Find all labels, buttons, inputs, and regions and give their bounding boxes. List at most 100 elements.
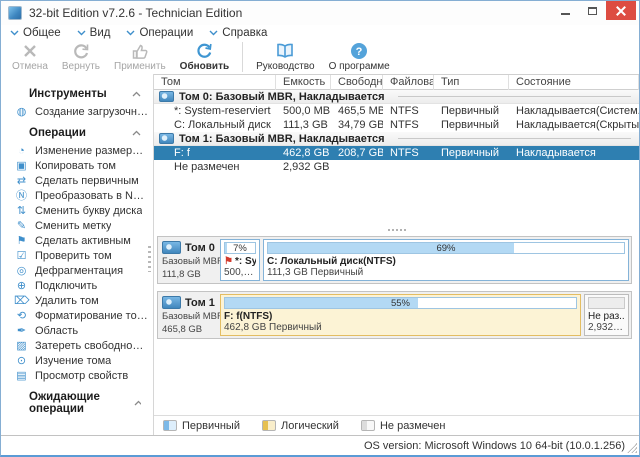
sidebar-item-label: Изучение тома [35,354,112,367]
sidebar-item-view-properties[interactable]: ▤ Просмотр свойств [1,368,153,383]
partition-details: 500,0 MB [224,267,256,278]
sidebar-item-label: Просмотр свойств [35,369,129,382]
sidebar-item-attach[interactable]: ⊕ Подключить [1,278,153,293]
chevron-up-icon [132,91,141,97]
window-controls [552,1,639,25]
cell-capacity: 462,8 GB [283,147,330,159]
sidebar-item-wipe-free-space[interactable]: ▨ Затереть свободное место [1,338,153,353]
disk-group-row-1[interactable]: Том 1: Базовый MBR, Накладывается [154,132,639,146]
disk-info-0[interactable]: Том 0 Базовый MBR 111,8 GB [160,239,224,281]
sidebar-item-create-bootable-media[interactable]: ◍ Создание загрузочного но... [1,104,153,119]
sidebar-item-copy-volume[interactable]: ▣ Копировать том [1,158,153,173]
about-button[interactable]: ? О программе [322,40,397,74]
table-row-f-drive[interactable]: F: f 462,8 GB 208,7 GB NTFS Первичный На… [154,146,639,160]
partition-unallocated[interactable]: Не раз... 2,932 GB [584,294,629,336]
toolbar-label: Вернуть [61,61,100,72]
sidebar-item-delete-volume[interactable]: ⌦ Удалить том [1,293,153,308]
column-header-free[interactable]: Свободно [331,75,383,90]
column-header-type[interactable]: Тип [434,75,509,90]
usage-percent: 55% [390,298,410,309]
sidebar-item-defragment[interactable]: ◎ Дефрагментация [1,263,153,278]
sidebar-item-check-volume[interactable]: ☑ Проверить том [1,248,153,263]
column-header-status[interactable]: Состояние [509,75,639,90]
change-label-icon: ✎ [16,219,27,232]
sidebar-item-explore-volume[interactable]: ⊙ Изучение тома [1,353,153,368]
table-panel-splitter[interactable] [154,224,639,236]
toolbar-label: О программе [328,61,390,72]
sidebar-item-label: Затереть свободное место [35,339,149,352]
guide-button[interactable]: Руководство [249,40,321,74]
splitter-dots-icon [387,229,390,231]
apply-button[interactable]: Применить [107,40,173,74]
column-header-capacity[interactable]: Емкость [276,75,331,90]
partition-system-reserviert[interactable]: 7% ⚑*: Sy... 500,0 MB [220,239,260,281]
maximize-button[interactable] [579,1,606,20]
menu-help[interactable]: Справка [209,27,267,39]
cell-volume: C: Локальный диск [174,119,271,131]
attach-icon: ⊕ [16,279,27,292]
sidebar-splitter-handle[interactable] [148,246,151,272]
cell-volume: Не размечен [174,161,240,173]
menu-operations[interactable]: Операции [126,27,193,39]
partition-details: 2,932 GB [588,322,625,333]
toolbar-separator [242,42,244,72]
redo-button[interactable]: Вернуть [55,40,107,74]
sidebar-item-set-active[interactable]: ⚑ Сделать активным [1,233,153,248]
wipe-free-space-icon: ▨ [16,339,27,352]
sidebar-item-label: Сменить букву диска [35,204,143,217]
menu-view[interactable]: Вид [77,27,110,39]
toolbar-label: Руководство [256,61,315,72]
disk-name: Том 0 [185,241,215,254]
disk-group-label: Том 0: Базовый MBR, Накладывается [179,90,385,103]
cell-free: 465,5 MB [338,105,383,117]
disk-info-1[interactable]: Том 1 Базовый MBR 465,8 GB [160,294,224,336]
legend-label: Логический [281,419,339,432]
sidebar-section-pending-operations[interactable]: Ожидающие операции [1,383,153,419]
column-header-volume[interactable]: Том [154,75,276,90]
partition-c-drive[interactable]: 69% C: Локальный диск(NTFS) 111,3 GB Пер… [263,239,629,281]
refresh-icon [195,41,213,60]
volume-table: Том Емкость Свободно Файловая... Тип Сос… [154,74,639,224]
window-title: 32-bit Edition v7.2.6 - Technician Editi… [29,6,243,20]
sidebar-item-change-label[interactable]: ✎ Сменить метку [1,218,153,233]
close-button[interactable] [606,1,636,20]
table-row-c-drive[interactable]: C: Локальный диск 111,3 GB 34,79 GB NTFS… [154,118,639,132]
disk-group-row-0[interactable]: Том 0: Базовый MBR, Накладывается [154,90,639,104]
chevron-up-icon [134,400,141,406]
minimize-button[interactable] [552,1,579,20]
sidebar-item-area[interactable]: ✒ Область [1,323,153,338]
sidebar-item-make-primary[interactable]: ⇄ Сделать первичным [1,173,153,188]
sidebar-item-resize-move[interactable]: ◔ Изменение размера/пере... [1,143,153,158]
table-row-unallocated[interactable]: Не размечен 2,932 GB [154,160,639,174]
sidebar-item-change-drive-letter[interactable]: ⇅ Сменить букву диска [1,203,153,218]
sidebar-item-label: Изменение размера/пере... [35,144,149,157]
sidebar-item-format-volume[interactable]: ⟲ Форматирование тома [1,308,153,323]
main-area: Инструменты ◍ Создание загрузочного но..… [1,74,639,435]
undo-button[interactable]: Отмена [5,40,55,74]
disk-panel-1: Том 1 Базовый MBR 465,8 GB 55% F: f(NTFS… [157,291,632,339]
partition-f-drive-selected[interactable]: 55% F: f(NTFS) 462,8 GB Первичный [220,294,581,336]
disk-icon [162,241,181,254]
table-row-system-reserviert[interactable]: *: System-reserviert 500,0 MB 465,5 MB N… [154,104,639,118]
change-drive-letter-icon: ⇅ [16,204,27,217]
toolbar-label: Отмена [12,61,48,72]
table-header: Том Емкость Свободно Файловая... Тип Сос… [154,75,639,90]
resize-grip[interactable] [627,443,637,453]
partition-legend: Первичный Логический Не размечен [154,415,639,435]
usage-bar: 69% [267,242,625,254]
area-icon: ✒ [16,324,27,337]
empty-space [154,346,639,415]
redo-arrow-icon [72,41,90,60]
partition-label: C: Локальный диск(NTFS) [267,256,396,267]
disk-size: 111,8 GB [162,269,201,280]
menu-general[interactable]: Общее [10,27,61,39]
refresh-button[interactable]: Обновить [173,40,236,74]
sidebar-item-convert-ntfs[interactable]: Ⓝ Преобразовать в NTFS [1,188,153,203]
sidebar-section-operations[interactable]: Операции [1,119,153,143]
app-icon [8,6,22,20]
check-volume-icon: ☑ [16,249,27,262]
sidebar-section-tools[interactable]: Инструменты [1,80,153,104]
column-header-filesystem[interactable]: Файловая... [383,75,434,90]
sidebar: Инструменты ◍ Создание загрузочного но..… [1,74,154,435]
cell-status: Накладывается(Скрытый) [516,119,639,131]
